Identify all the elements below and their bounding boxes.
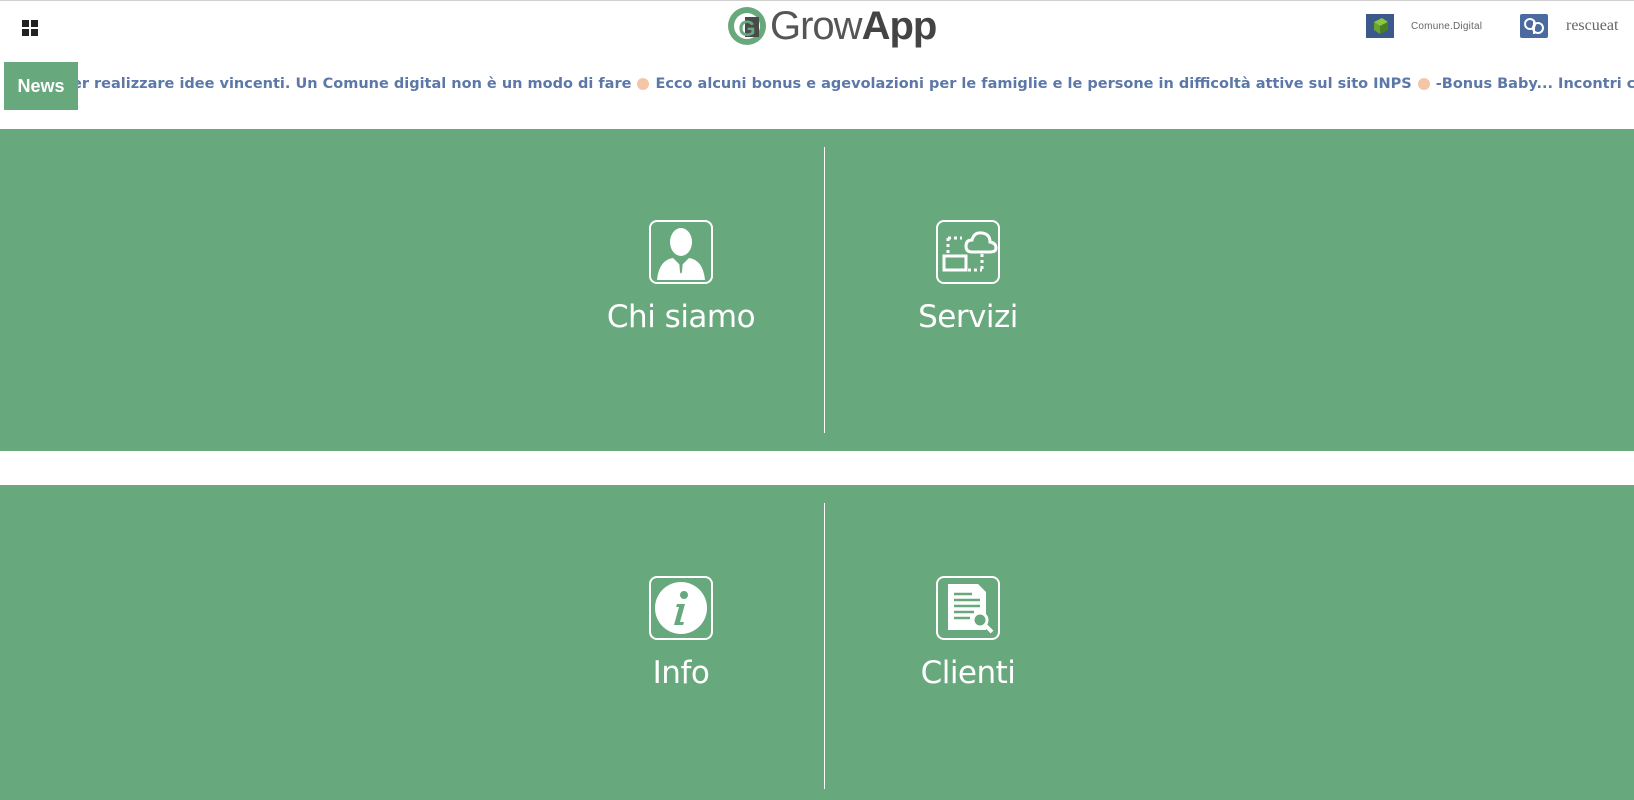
grid-menu-icon[interactable] <box>20 17 42 39</box>
partner-label: rescueat <box>1566 17 1619 34</box>
info-icon <box>649 576 713 640</box>
vertical-divider <box>824 147 825 433</box>
grid-cell <box>22 20 29 27</box>
grid-cell <box>31 20 38 27</box>
news-item[interactable]: -Bonus Baby... <box>1436 76 1553 92</box>
news-label[interactable]: News <box>4 62 78 110</box>
svg-text:G: G <box>738 16 755 41</box>
top-border <box>0 0 1634 1</box>
tiles-row-top: Chi siamo Servizi <box>0 129 1634 451</box>
partner-comune-digital[interactable]: Comune.Digital <box>1366 14 1482 38</box>
vertical-divider <box>824 503 825 789</box>
partner-rescueat[interactable]: rescueat <box>1520 14 1618 38</box>
hand-icon <box>637 78 650 90</box>
person-icon <box>649 220 713 284</box>
rescueat-logo-icon <box>1520 14 1548 38</box>
tile-label: Info <box>652 655 710 691</box>
tile-servizi[interactable]: Servizi <box>858 220 1078 335</box>
grid-cell <box>31 29 38 36</box>
tile-info[interactable]: Info <box>571 576 791 691</box>
growapp-mark-icon: G <box>728 7 766 45</box>
tile-label: Chi siamo <box>606 299 756 335</box>
grid-cell <box>22 29 29 36</box>
tile-chi-siamo[interactable]: Chi siamo <box>571 220 791 335</box>
news-item[interactable]: er realizzare idee vincenti. Un Comune d… <box>78 76 631 92</box>
ticker-track: er realizzare idee vincenti. Un Comune d… <box>78 76 1634 92</box>
partner-label: Comune.Digital <box>1411 20 1483 32</box>
tile-label: Clienti <box>920 655 1016 691</box>
tile-clienti[interactable]: Clienti <box>858 576 1078 691</box>
tile-label: Servizi <box>918 299 1018 335</box>
news-item[interactable]: Ecco alcuni bonus e agevolazioni per le … <box>655 76 1411 92</box>
growapp-logo[interactable]: G GrowApp <box>726 3 937 49</box>
logo-text: GrowApp <box>770 3 937 48</box>
cloud-network-icon <box>936 220 1000 284</box>
news-item[interactable]: Incontri con le scuole*Dopo il periodo d… <box>1558 76 1634 92</box>
document-search-icon <box>936 576 1000 640</box>
cube-icon <box>1366 14 1394 38</box>
tiles-row-bottom: Info Clienti <box>0 485 1634 800</box>
hand-icon <box>1417 78 1430 90</box>
news-ticker[interactable]: er realizzare idee vincenti. Un Comune d… <box>78 74 1634 98</box>
